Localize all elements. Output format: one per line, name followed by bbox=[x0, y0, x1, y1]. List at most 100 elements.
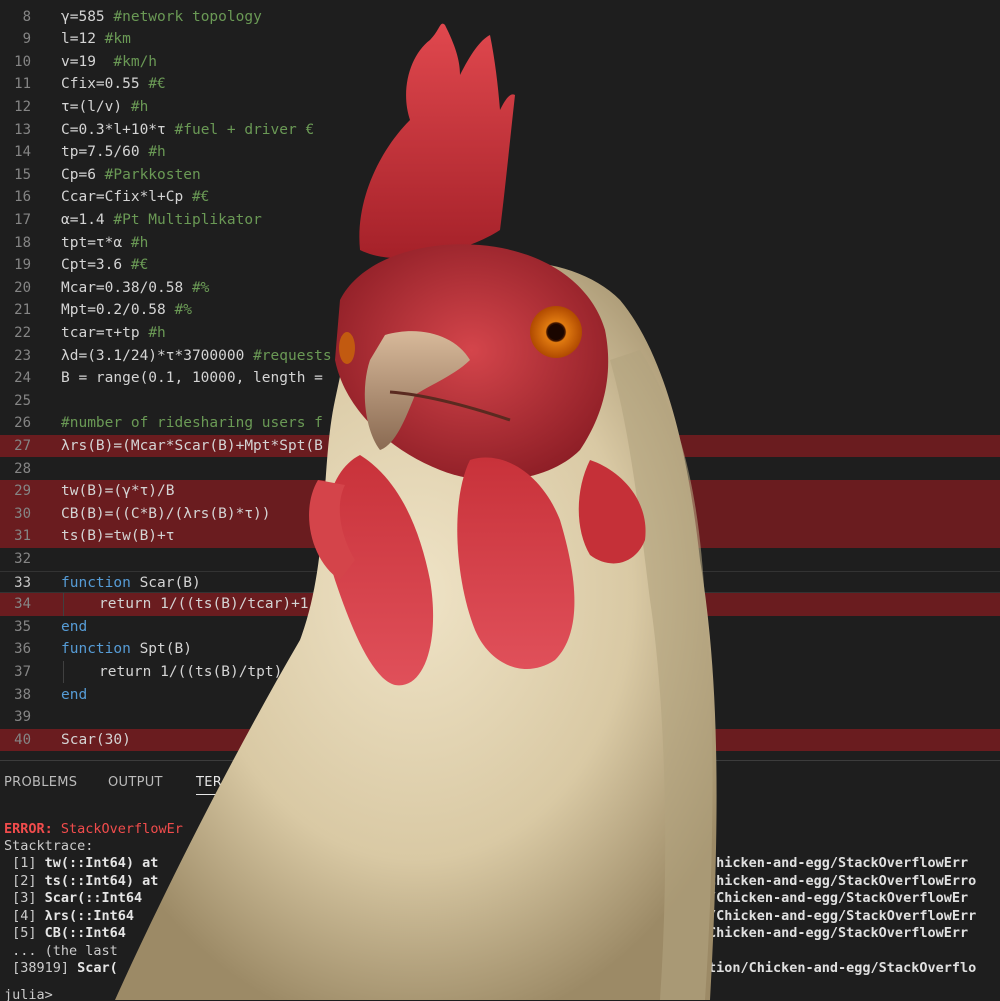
code-text: Cfix=0.55 #€ bbox=[61, 73, 166, 96]
code-text: return 1/((ts(B)/tcar)+1 bbox=[99, 593, 309, 616]
code-line[interactable]: 24 B = range(0.1, 10000, length = bbox=[0, 367, 1000, 390]
code-line[interactable]: 13 C=0.3*l+10*τ #fuel + driver € bbox=[0, 119, 1000, 142]
code-text: τ=(l/v) #h bbox=[61, 96, 148, 119]
stacktrace-label: Stacktrace: bbox=[4, 838, 94, 854]
code-line[interactable]: 16 Ccar=Cfix*l+Cp #€ bbox=[0, 186, 1000, 209]
code-line[interactable]: 36 function Spt(B) bbox=[0, 638, 1000, 661]
code-line[interactable]: 15 Cp=6 #Parkkosten bbox=[0, 164, 1000, 187]
frame-path[interactable]: tion/Chicken-and-egg/StackOverflo bbox=[708, 960, 976, 978]
code-comment: #Pt Multiplikator bbox=[113, 211, 262, 228]
code-line[interactable]: 25 bbox=[0, 390, 1000, 413]
code-line[interactable]: 21 Mpt=0.2/0.58 #% bbox=[0, 299, 1000, 322]
code-content: tpt=τ*α bbox=[61, 234, 131, 251]
code-line[interactable]: 23 λd=(3.1/24)*τ*3700000 #requests bbox=[0, 345, 1000, 368]
line-number: 10 bbox=[14, 53, 31, 70]
line-number: 26 bbox=[14, 415, 31, 432]
code-line[interactable]: 37 return 1/((ts(B)/tpt) bbox=[0, 660, 1000, 684]
code-text: Scar(30) bbox=[61, 729, 131, 752]
line-number: 28 bbox=[14, 460, 31, 477]
code-content: Cfix=0.55 bbox=[61, 76, 149, 93]
code-text: tp=7.5/60 #h bbox=[61, 141, 166, 164]
code-line[interactable]: 19 Cpt=3.6 #€ bbox=[0, 254, 1000, 277]
code-line[interactable]: 29 tw(B)=(γ*τ)/B bbox=[0, 480, 1000, 503]
code-comment: #km/h bbox=[113, 53, 158, 70]
code-line[interactable]: 30 CB(B)=((C*B)/(λrs(B)*τ)) bbox=[0, 502, 1000, 526]
stack-frame: [5] CB(::Int64 bbox=[4, 925, 126, 943]
code-line[interactable]: 17 α=1.4 #Pt Multiplikator bbox=[0, 209, 1000, 232]
code-line[interactable]: 28 bbox=[0, 458, 1000, 481]
code-text: function Scar(B) bbox=[61, 572, 201, 595]
code-line[interactable]: 27 λrs(B)=(Mcar*Scar(B)+Mpt*Spt(B bbox=[0, 434, 1000, 458]
code-content: Scar(B) bbox=[130, 574, 201, 591]
error-label: ERROR: bbox=[4, 821, 53, 837]
code-line[interactable]: 26 #number of ridesharing users f bbox=[0, 412, 1000, 435]
code-line[interactable]: 18 tpt=τ*α #h bbox=[0, 232, 1000, 255]
code-line[interactable]: 31 ts(B)=tw(B)+τ bbox=[0, 525, 1000, 548]
stack-frame: [1] tw(::Int64) at bbox=[4, 855, 158, 873]
code-line[interactable]: 34 return 1/((ts(B)/tcar)+1 bbox=[0, 593, 1000, 616]
frame-path[interactable]: Chicken-and-egg/StackOverflowErro bbox=[708, 873, 976, 891]
code-line[interactable]: 38 end bbox=[0, 684, 1000, 707]
code-comment: #fuel + driver € bbox=[174, 121, 315, 138]
error-line: ERROR: StackOverflowEr bbox=[4, 821, 183, 839]
line-number: 37 bbox=[14, 663, 31, 680]
code-comment: #km bbox=[104, 31, 131, 48]
line-number: 12 bbox=[14, 98, 31, 115]
code-comment: #% bbox=[174, 302, 192, 319]
code-comment: #h bbox=[130, 234, 149, 251]
code-text: CB(B)=((C*B)/(λrs(B)*τ)) bbox=[61, 503, 271, 526]
line-number: 19 bbox=[14, 257, 31, 274]
code-line[interactable]: 10 v=19 #km/h bbox=[0, 51, 1000, 74]
indent-guide bbox=[63, 660, 64, 684]
line-number: 34 bbox=[14, 596, 31, 613]
frame-path[interactable]: Chicken-and-egg/StackOverflowErr bbox=[708, 925, 968, 943]
code-content: tcar=τ+tp bbox=[61, 324, 149, 341]
keyword: return bbox=[99, 596, 152, 613]
line-number: 30 bbox=[14, 505, 31, 522]
line-number: 13 bbox=[14, 121, 31, 138]
frame-index: [4] bbox=[4, 908, 37, 924]
tab-terminal[interactable]: TER bbox=[196, 775, 223, 795]
code-line[interactable]: 11 Cfix=0.55 #€ bbox=[0, 73, 1000, 96]
bottom-panel: PROBLEMS OUTPUT TER ERROR: StackOverflow… bbox=[0, 760, 1000, 1001]
ellipsis-line: ... (the last bbox=[4, 943, 118, 959]
code-content: λrs(B)=(Mcar*Scar(B)+Mpt*Spt(B bbox=[61, 437, 323, 454]
code-line[interactable]: 8 γ=585 #network topology bbox=[0, 6, 1000, 29]
code-editor[interactable]: 8 γ=585 #network topology 9 l=12 #km 10 v=19 … bbox=[0, 0, 1000, 760]
code-line[interactable]: 14 tp=7.5/60 #h bbox=[0, 141, 1000, 164]
code-line[interactable]: 20 Mcar=0.38/0.58 #% bbox=[0, 277, 1000, 300]
code-content: Mpt=0.2/0.58 bbox=[61, 302, 175, 319]
indent-guide bbox=[63, 593, 64, 616]
frame-path[interactable]: Chicken-and-egg/StackOverflowErr bbox=[708, 855, 968, 873]
code-line[interactable]: 40 Scar(30) bbox=[0, 728, 1000, 752]
code-text: #number of ridesharing users f bbox=[61, 412, 323, 435]
line-number: 36 bbox=[14, 641, 31, 658]
code-line[interactable]: 9 l=12 #km bbox=[0, 28, 1000, 51]
frame-path[interactable]: /Chicken-and-egg/StackOverflowEr bbox=[708, 890, 968, 908]
frame-function: tw(::Int64) at bbox=[36, 855, 159, 871]
code-line[interactable]: 22 tcar=τ+tp #h bbox=[0, 322, 1000, 345]
code-line[interactable]: 32 bbox=[0, 548, 1000, 571]
line-number: 18 bbox=[14, 234, 31, 251]
terminal-prompt[interactable]: julia> bbox=[4, 987, 61, 1001]
code-content: α=1.4 bbox=[61, 211, 114, 228]
code-content: γ=585 bbox=[61, 8, 114, 25]
code-text: v=19 #km/h bbox=[61, 51, 157, 74]
frame-path[interactable]: /Chicken-and-egg/StackOverflowErr bbox=[708, 908, 976, 926]
tab-problems[interactable]: PROBLEMS bbox=[4, 775, 77, 790]
code-text: ts(B)=tw(B)+τ bbox=[61, 525, 175, 548]
code-line[interactable]: 33 function Scar(B) bbox=[0, 570, 1000, 595]
code-line[interactable]: 39 bbox=[0, 706, 1000, 729]
code-comment: #number of ridesharing users f bbox=[61, 415, 323, 432]
code-text: tcar=τ+tp #h bbox=[61, 322, 166, 345]
code-line[interactable]: 12 τ=(l/v) #h bbox=[0, 96, 1000, 119]
code-line[interactable]: 35 end bbox=[0, 616, 1000, 639]
code-text: return 1/((ts(B)/tpt) bbox=[99, 661, 282, 684]
code-text: Mcar=0.38/0.58 #% bbox=[61, 277, 209, 300]
keyword: function bbox=[61, 574, 131, 591]
code-content: v=19 bbox=[61, 53, 114, 70]
code-content: τ=(l/v) bbox=[61, 98, 131, 115]
line-number: 27 bbox=[14, 437, 31, 454]
tab-output[interactable]: OUTPUT bbox=[108, 775, 163, 790]
frame-function: Scar(::Int64 bbox=[36, 890, 143, 906]
